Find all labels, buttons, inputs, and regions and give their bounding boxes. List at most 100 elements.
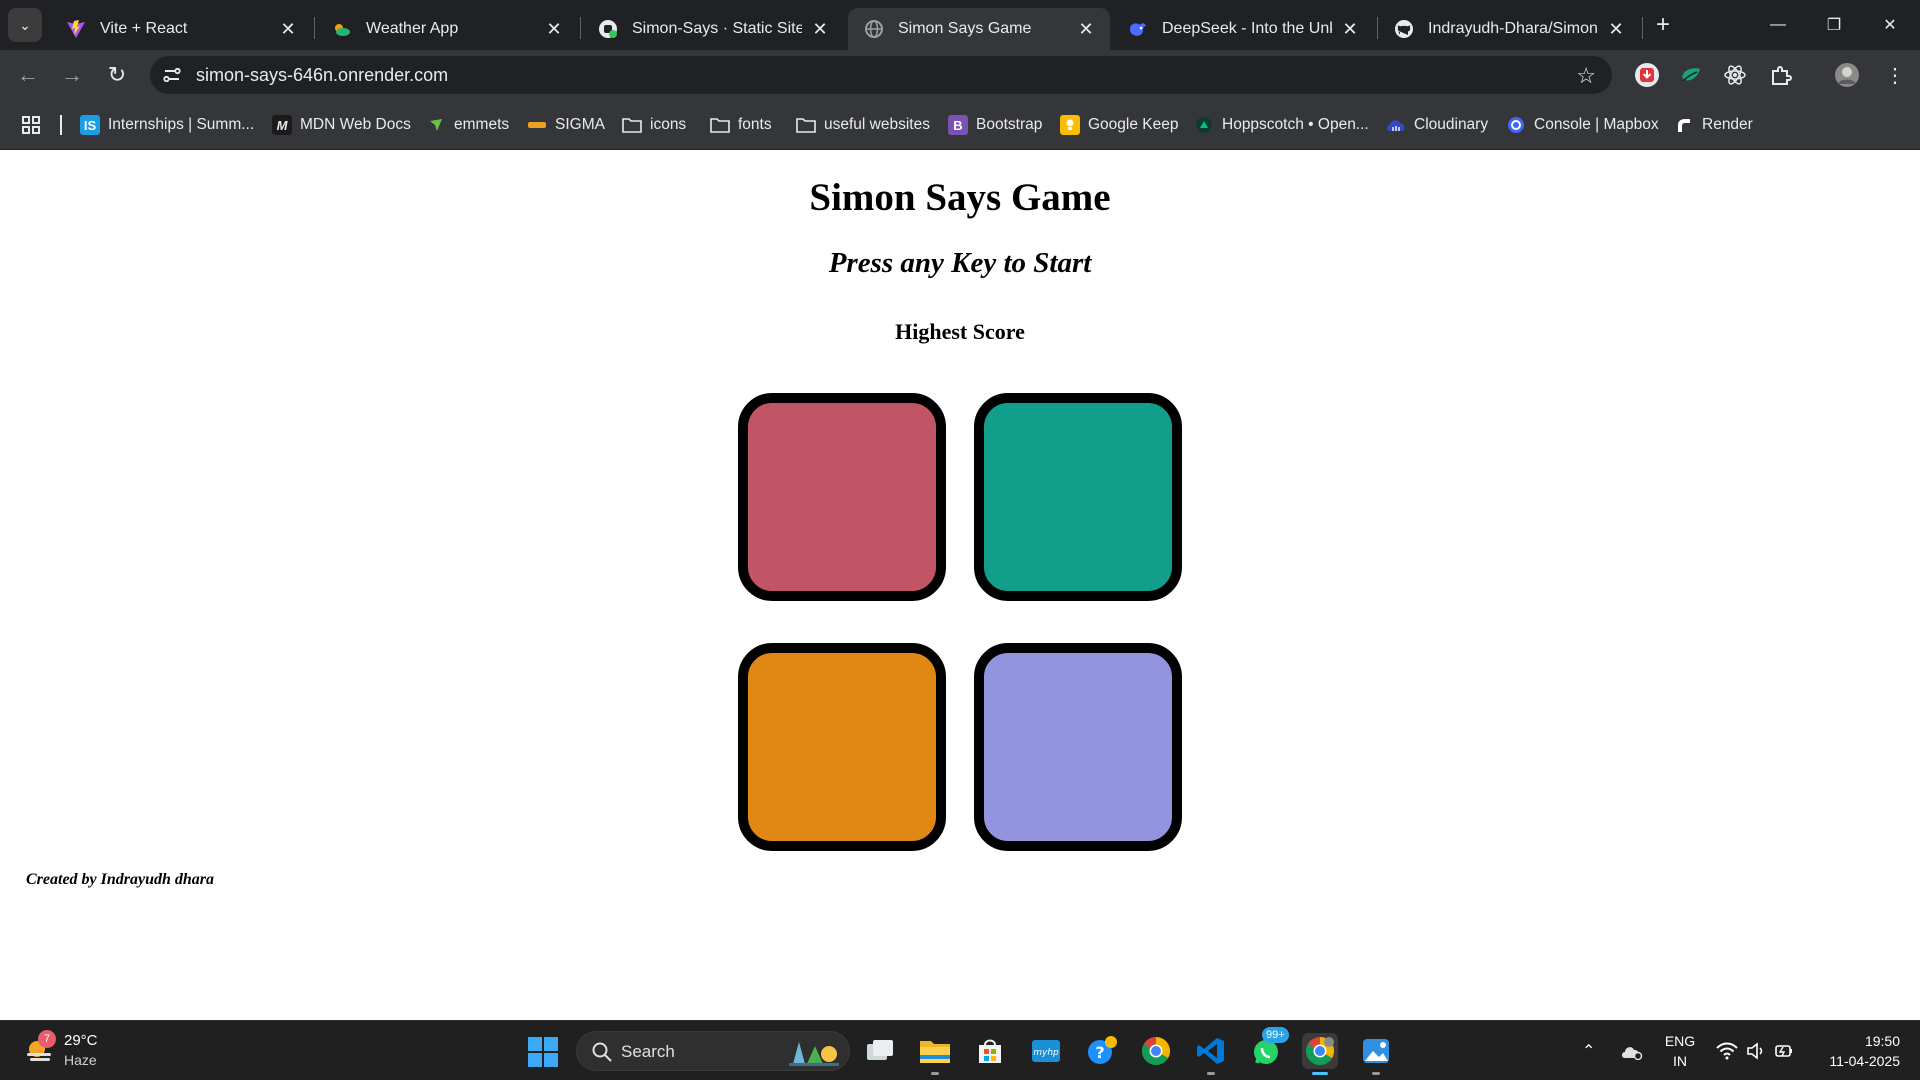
tab-github-repo[interactable]: Indrayudh-Dhara/Simon-S ✕: [1378, 8, 1640, 50]
wifi-icon[interactable]: [1716, 1021, 1738, 1080]
url-text[interactable]: simon-says-646n.onrender.com: [196, 65, 448, 86]
new-tab-button[interactable]: +: [1650, 11, 1676, 38]
bookmark-label: Console | Mapbox: [1534, 116, 1659, 133]
restore-button[interactable]: ❐: [1806, 0, 1862, 50]
onedrive-icon[interactable]: [1620, 1021, 1644, 1080]
extensions-puzzle-icon[interactable]: [1768, 62, 1794, 88]
close-icon[interactable]: ✕: [542, 17, 566, 41]
tab-strip: ⌄ Vite + React ✕ Weather App ✕ Simon-Say…: [0, 0, 1920, 50]
minimize-button[interactable]: —: [1750, 0, 1806, 50]
site-info-icon[interactable]: [162, 65, 182, 85]
back-button[interactable]: ←: [13, 60, 43, 90]
bookmark-label: SIGMA: [555, 116, 605, 133]
close-icon[interactable]: ✕: [1074, 17, 1098, 41]
reload-icon: ↻: [107, 62, 127, 87]
vite-icon: [66, 19, 86, 39]
close-icon[interactable]: ✕: [1338, 17, 1362, 41]
running-indicator: [931, 1072, 939, 1075]
bookmark-label: Render: [1702, 116, 1753, 133]
chevron-up-icon: ⌃: [1582, 1043, 1596, 1060]
game-button-purple[interactable]: [974, 643, 1182, 851]
bookmarks-divider: [60, 115, 62, 135]
chrome-profile-icon[interactable]: [1302, 1033, 1338, 1075]
bookmark-mdn[interactable]: M MDN Web Docs: [272, 113, 411, 137]
bookmark-bootstrap[interactable]: B Bootstrap: [948, 113, 1042, 137]
show-hidden-icons-button[interactable]: ⌃: [1582, 1021, 1595, 1080]
tab-title: Weather App: [366, 20, 459, 37]
bookmark-sigma[interactable]: SIGMA: [527, 113, 605, 137]
notification-badge: 99+: [1262, 1027, 1289, 1043]
close-icon[interactable]: ✕: [808, 17, 832, 41]
internshala-icon: IS: [80, 115, 100, 135]
bookmark-emmets[interactable]: emmets: [426, 113, 509, 137]
chrome-icon[interactable]: [1138, 1033, 1174, 1069]
bookmark-render[interactable]: Render: [1674, 113, 1753, 137]
address-bar[interactable]: simon-says-646n.onrender.com ☆: [150, 56, 1612, 94]
bookmark-label: fonts: [738, 116, 772, 133]
deepseek-icon: [1128, 19, 1148, 39]
minimize-icon: —: [1770, 16, 1786, 33]
bookmark-mapbox[interactable]: Console | Mapbox: [1506, 113, 1659, 137]
react-devtools-icon[interactable]: [1722, 62, 1748, 88]
weather-condition: Haze: [64, 1052, 97, 1068]
tab-vite-react[interactable]: Vite + React ✕: [50, 8, 312, 50]
input-language[interactable]: ENG IN: [1660, 1031, 1700, 1071]
apps-grid-icon[interactable]: [22, 116, 40, 134]
tab-deepseek[interactable]: DeepSeek - Into the Unkno ✕: [1112, 8, 1374, 50]
active-indicator: [1312, 1072, 1328, 1075]
tab-title: Vite + React: [100, 20, 188, 37]
close-window-button[interactable]: ✕: [1862, 0, 1918, 50]
browser-toolbar: ← → ↻ simon-says-646n.onrender.com ☆ ⋮: [0, 50, 1920, 100]
footer-credit: Created by Indrayudh dhara: [26, 871, 215, 888]
game-status-text: Press any Key to Start: [828, 247, 1092, 279]
file-explorer-icon[interactable]: [917, 1033, 953, 1075]
extension-leaf-icon[interactable]: [1678, 62, 1704, 88]
battery-icon[interactable]: [1774, 1021, 1796, 1080]
tab-title: Indrayudh-Dhara/Simon-S: [1428, 20, 1598, 37]
system-clock[interactable]: 19:50 11-04-2025: [1800, 1031, 1900, 1071]
volume-icon[interactable]: [1746, 1021, 1766, 1080]
render-icon: [598, 19, 618, 39]
get-help-icon[interactable]: ?: [1084, 1033, 1120, 1069]
bookmark-hoppscotch[interactable]: Hoppscotch • Open...: [1194, 113, 1369, 137]
profile-avatar[interactable]: [1834, 62, 1860, 88]
bootstrap-icon: B: [948, 115, 968, 135]
taskbar-search[interactable]: Search: [576, 1031, 850, 1071]
game-button-green[interactable]: [974, 393, 1182, 601]
browser-menu-button[interactable]: ⋮: [1882, 62, 1908, 88]
game-button-orange[interactable]: [738, 643, 946, 851]
bookmark-folder-icons[interactable]: icons: [622, 113, 686, 137]
start-button[interactable]: [528, 1037, 558, 1067]
task-view-icon[interactable]: [862, 1033, 898, 1069]
microsoft-store-icon[interactable]: [972, 1033, 1008, 1069]
tab-simon-says-static-site[interactable]: Simon-Says · Static Site · R ✕: [582, 8, 844, 50]
tab-divider: [314, 17, 315, 39]
bookmark-folder-useful-websites[interactable]: useful websites: [796, 113, 930, 137]
game-button-red[interactable]: [738, 393, 946, 601]
bookmark-label: Hoppscotch • Open...: [1222, 116, 1369, 133]
bookmarks-bar: IS Internships | Summ... M MDN Web Docs …: [0, 100, 1920, 150]
vscode-icon[interactable]: [1193, 1033, 1229, 1075]
bookmark-cloudinary[interactable]: Cloudinary: [1386, 113, 1488, 137]
bookmark-folder-fonts[interactable]: fonts: [710, 113, 772, 137]
close-icon[interactable]: ✕: [1604, 17, 1628, 41]
whatsapp-icon[interactable]: 99+: [1248, 1027, 1289, 1069]
tab-simon-says-game[interactable]: Simon Says Game ✕: [848, 8, 1110, 50]
cloudinary-icon: [1386, 115, 1406, 135]
bookmark-internships[interactable]: IS Internships | Summ...: [80, 113, 254, 137]
bookmark-star-icon[interactable]: ☆: [1576, 63, 1596, 89]
extension-downloader-icon[interactable]: [1634, 62, 1660, 88]
forward-button[interactable]: →: [57, 60, 87, 90]
tab-weather-app[interactable]: Weather App ✕: [316, 8, 578, 50]
close-icon[interactable]: ✕: [276, 17, 300, 41]
reload-button[interactable]: ↻: [102, 60, 132, 90]
photos-icon[interactable]: [1358, 1033, 1394, 1075]
weather-widget[interactable]: 7 29°C Haze: [20, 1030, 140, 1072]
bookmark-google-keep[interactable]: Google Keep: [1060, 113, 1179, 137]
search-placeholder: Search: [621, 1042, 675, 1061]
sigma-icon: [527, 115, 547, 135]
tab-search-button[interactable]: ⌄: [8, 8, 42, 42]
weather-temperature: 29°C: [64, 1032, 98, 1049]
page-content: Simon Says Game Press any Key to Start H…: [0, 151, 1920, 1020]
myhp-icon[interactable]: myhp: [1028, 1033, 1064, 1069]
